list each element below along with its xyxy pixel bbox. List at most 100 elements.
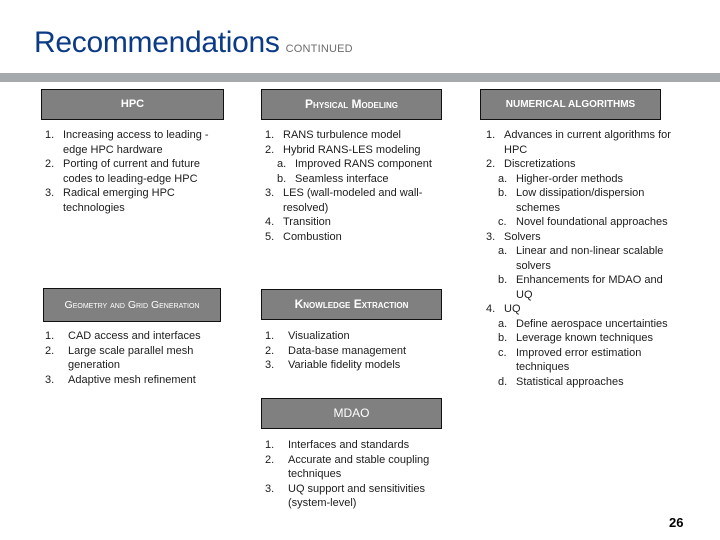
list-subitem: c. Improved error estimation techniques bbox=[486, 346, 676, 375]
item-number: b. bbox=[277, 172, 287, 185]
item-text: Statistical approaches bbox=[516, 375, 624, 388]
item-text: Improved error estimation techniques bbox=[516, 346, 642, 374]
list-subitem: a. Linear and non-linear scalable solvers bbox=[486, 244, 676, 273]
item-text: Improved RANS component bbox=[295, 158, 432, 170]
item-text: RANS turbulence model bbox=[283, 129, 402, 141]
item-text: Solvers bbox=[504, 230, 541, 243]
item-number: 3. bbox=[45, 373, 55, 386]
list-item: 3. Adaptive mesh refinement bbox=[45, 373, 225, 388]
item-text: CAD access and interfaces bbox=[68, 330, 201, 342]
list-item: 1. Interfaces and standards bbox=[265, 438, 445, 453]
item-number: d. bbox=[498, 375, 508, 388]
item-number: 1. bbox=[265, 439, 275, 451]
list-hpc: 1. Increasing access to leading -edge HPC… bbox=[45, 128, 225, 215]
list-item: 1. Increasing access to leading -edge HPC… bbox=[45, 128, 225, 157]
item-text: Accurate and stable coupling techniques bbox=[288, 453, 430, 481]
item-text: Increasing access to leading -edge HPC h… bbox=[63, 129, 209, 156]
item-number: 2. bbox=[45, 344, 55, 357]
item-text: Combustion bbox=[283, 230, 342, 243]
list-item: 1. CAD access and interfaces bbox=[45, 329, 225, 344]
item-number: 2. bbox=[45, 158, 55, 170]
list-item: 4. UQ bbox=[486, 302, 676, 317]
list-subitem: b. Enhancements for MDAO and UQ bbox=[486, 273, 676, 302]
item-number: 4. bbox=[265, 216, 275, 228]
item-number: a. bbox=[498, 317, 508, 330]
list-item: 3. Solvers bbox=[486, 230, 676, 245]
item-text: UQ support and sensitivities (system-lev… bbox=[288, 482, 425, 510]
item-text: Discretizations bbox=[504, 158, 576, 170]
item-number: b. bbox=[498, 332, 508, 344]
item-number: a. bbox=[498, 245, 508, 257]
item-text: Advances in current algorithms for HPC bbox=[504, 129, 671, 156]
item-number: c. bbox=[498, 346, 507, 359]
item-text: Low dissipation/dispersion schemes bbox=[516, 187, 645, 214]
item-number: 3. bbox=[265, 482, 275, 495]
item-number: 3. bbox=[265, 359, 275, 371]
section-header-knowledge-extraction: Knowledge Extraction bbox=[261, 289, 442, 320]
item-number: 1. bbox=[45, 330, 55, 342]
page-number: 26 bbox=[669, 515, 684, 530]
list-item: 2. Discretizations bbox=[486, 157, 676, 172]
list-subitem: b. Leverage known techniques bbox=[486, 331, 676, 346]
item-number: c. bbox=[498, 216, 507, 228]
section-title-mdao: MDAO bbox=[333, 406, 370, 420]
item-number: 4. bbox=[486, 303, 496, 315]
item-number: 2. bbox=[265, 143, 275, 156]
list-item: 3. UQ support and sensitivities (system-l… bbox=[265, 482, 445, 511]
item-text: Linear and non-linear scalable solvers bbox=[516, 245, 664, 272]
item-number: 3. bbox=[486, 230, 496, 243]
item-text: Visualization bbox=[288, 330, 350, 342]
header-divider bbox=[0, 73, 720, 82]
item-number: 1. bbox=[265, 330, 275, 342]
item-number: 5. bbox=[265, 230, 275, 243]
section-title-physical-modeling: Physical Modeling bbox=[305, 97, 398, 111]
list-physical-modeling: 1. RANS turbulence model 2. Hybrid RANS-LES… bbox=[265, 128, 445, 244]
item-number: 3. bbox=[45, 187, 55, 199]
page-title: Recommendations CONTINUED bbox=[34, 26, 353, 60]
list-item: 2. Large scale parallel mesh generation bbox=[45, 344, 225, 373]
title-subtitle: CONTINUED bbox=[285, 43, 353, 55]
list-item: 1. RANS turbulence model bbox=[265, 128, 445, 143]
item-number: 2. bbox=[265, 453, 275, 466]
section-title-geometry-grid: Geometry and Grid Generation bbox=[64, 298, 200, 311]
list-item: 2. Accurate and stable coupling technique… bbox=[265, 453, 445, 482]
item-text: Transition bbox=[283, 216, 331, 228]
item-number: a. bbox=[498, 172, 508, 185]
list-knowledge-extraction: 1. Visualization 2. Data-base management 3. V… bbox=[265, 329, 445, 373]
item-number: 1. bbox=[486, 129, 496, 141]
item-text: Variable fidelity models bbox=[288, 359, 401, 371]
list-numerical-algorithms: 1. Advances in current algorithms for HPC… bbox=[486, 128, 676, 389]
item-text: UQ bbox=[504, 303, 521, 315]
list-subitem: b. Seamless interface bbox=[265, 172, 445, 187]
list-item: 1. Visualization bbox=[265, 329, 445, 344]
item-text: Interfaces and standards bbox=[288, 439, 410, 451]
item-text: Leverage known techniques bbox=[516, 332, 653, 344]
section-title-numerical-algorithms: NUMERICAL ALGORITHMS bbox=[505, 99, 636, 110]
item-text: Seamless interface bbox=[295, 172, 389, 185]
item-text: Radical emerging HPC technologies bbox=[63, 187, 175, 214]
item-text: Data-base management bbox=[288, 344, 407, 357]
list-subitem: a. Improved RANS component bbox=[265, 157, 445, 172]
section-header-numerical-algorithms: NUMERICAL ALGORITHMS bbox=[480, 89, 661, 120]
list-item: 5. Combustion bbox=[265, 230, 445, 245]
list-geometry-grid: 1. CAD access and interfaces 2. Large scale… bbox=[45, 329, 225, 387]
list-item: 1. Advances in current algorithms for HPC bbox=[486, 128, 676, 157]
item-number: b. bbox=[498, 187, 508, 199]
item-text: Large scale parallel mesh generation bbox=[68, 344, 194, 372]
list-subitem: b. Low dissipation/dispersion schemes bbox=[486, 186, 676, 215]
section-header-geometry-grid: Geometry and Grid Generation bbox=[43, 288, 221, 322]
item-text: Novel foundational approaches bbox=[516, 216, 668, 228]
item-text: Higher-order methods bbox=[516, 172, 623, 185]
section-title-knowledge-extraction: Knowledge Extraction bbox=[294, 297, 409, 311]
item-text: Adaptive mesh refinement bbox=[68, 373, 196, 386]
item-number: 3. bbox=[265, 187, 275, 199]
list-item: 2. Hybrid RANS-LES modeling bbox=[265, 143, 445, 158]
item-number: 1. bbox=[45, 129, 55, 141]
list-item: 3. Radical emerging HPC technologies bbox=[45, 186, 225, 215]
list-subitem: a. Define aerospace uncertainties bbox=[486, 317, 676, 332]
list-subitem: c. Novel foundational approaches bbox=[486, 215, 676, 230]
section-title-hpc: HPC bbox=[120, 98, 145, 110]
item-text: Enhancements for MDAO and UQ bbox=[516, 274, 663, 301]
item-number: 2. bbox=[486, 158, 496, 170]
list-item: 2. Data-base management bbox=[265, 344, 445, 359]
